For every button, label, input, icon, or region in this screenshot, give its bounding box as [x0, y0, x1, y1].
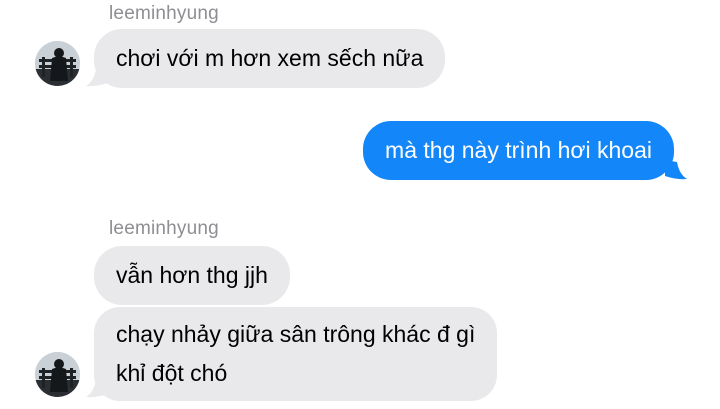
message-text: mà thg này trình hơi khoai — [385, 137, 652, 163]
message-bubble-incoming[interactable]: vẫn hơn thg jjh — [94, 246, 290, 305]
message-text-line: chạy nhảy giữa sân trông khác đ gì — [116, 321, 476, 347]
message-text: vẫn hơn thg jjh — [116, 262, 268, 288]
message-bubble-outgoing[interactable]: mà thg này trình hơi khoai — [363, 121, 674, 180]
message-bubble-incoming[interactable]: chơi với m hơn xem sếch nữa — [94, 29, 446, 88]
message-text-line: khỉ đột chó — [116, 360, 228, 386]
sender-name: leeminhyung — [109, 3, 219, 24]
sender-name: leeminhyung — [109, 218, 219, 239]
message-text: chơi với m hơn xem sếch nữa — [116, 45, 424, 71]
avatar-photo-icon — [35, 41, 80, 86]
avatar[interactable] — [35, 352, 80, 397]
avatar-photo-icon — [35, 352, 80, 397]
avatar[interactable] — [35, 41, 80, 86]
message-bubble-incoming[interactable]: chạy nhảy giữa sân trông khác đ gì khỉ đ… — [94, 307, 498, 401]
